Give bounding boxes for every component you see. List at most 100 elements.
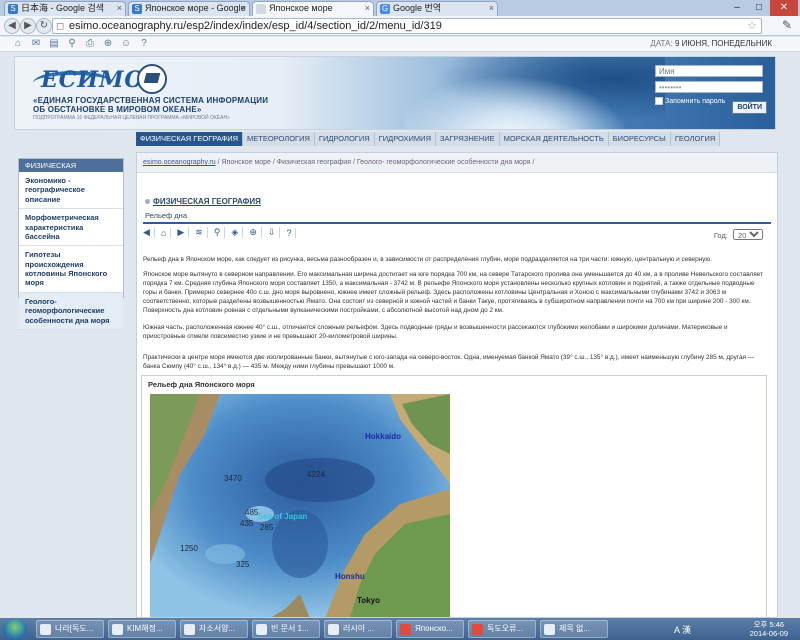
system-clock[interactable]: 오후 5:46 2014-06-09 bbox=[750, 620, 788, 638]
date-label: ДАТА: bbox=[650, 39, 673, 48]
sidebar-heading: ФИЗИЧЕСКАЯ ГЕОГРАФИЯ bbox=[19, 159, 123, 183]
menu-item-pollution[interactable]: ЗАГРЯЗНЕНИЕ bbox=[436, 132, 500, 146]
page-info-icon[interactable]: ◻ bbox=[56, 20, 64, 34]
download-icon[interactable]: ⇩ bbox=[268, 227, 281, 238]
mail-icon[interactable]: ✉ bbox=[30, 38, 42, 49]
prev-icon[interactable]: ◀ bbox=[143, 227, 155, 238]
depth-label-435: 435 bbox=[240, 519, 254, 528]
taskbar-item-7[interactable]: 독도오류... bbox=[468, 620, 536, 638]
menu-item-physical-geography[interactable]: ФИЗИЧЕСКАЯ ГЕОГРАФИЯ bbox=[136, 132, 244, 146]
section-divider bbox=[143, 222, 771, 224]
next-icon[interactable]: ▶ bbox=[177, 227, 190, 238]
menu-item-bioresources[interactable]: БИОРЕСУРСЫ bbox=[609, 132, 671, 146]
sidebar: ФИЗИЧЕСКАЯ ГЕОГРАФИЯ Экономико - географ… bbox=[18, 158, 124, 330]
menu-item-hydrology[interactable]: ГИДРОЛОГИЯ bbox=[315, 132, 375, 146]
close-tab-icon[interactable]: × bbox=[241, 2, 246, 15]
help-icon[interactable]: ? bbox=[286, 227, 297, 238]
back-icon[interactable]: ◀ bbox=[4, 18, 20, 34]
sidebar-item-hypotheses[interactable]: Гипотезы происхождения котловины Японско… bbox=[19, 246, 123, 293]
date-display: ДАТА: 9 ИЮНЯ, ПОНЕДЕЛЬНИК bbox=[650, 39, 772, 48]
browser-tab-4[interactable]: G Google 번역 × bbox=[376, 1, 498, 16]
depth-label-4224: 4224 bbox=[307, 470, 325, 479]
translate-favicon-icon: G bbox=[380, 4, 390, 14]
browser-tab-1[interactable]: S 日本海 - Google 검색 × bbox=[4, 1, 126, 16]
search-favicon-icon: S bbox=[132, 4, 142, 14]
close-tab-icon[interactable]: × bbox=[365, 2, 370, 15]
map-graphic bbox=[150, 394, 450, 617]
close-tab-icon[interactable]: × bbox=[489, 2, 494, 15]
place-label-sea-of-japan: Sea of Japan bbox=[258, 512, 308, 521]
taskbar-item-1[interactable]: 나라[독도... bbox=[36, 620, 104, 638]
date-value: 9 ИЮНЯ, ПОНЕДЕЛЬНИК bbox=[674, 39, 772, 48]
address-bar-row: ◀ ▶ ↻ ◻ esimo.oceanography.ru/esp2/index… bbox=[0, 16, 800, 36]
help-icon[interactable]: ? bbox=[138, 38, 150, 49]
login-button[interactable]: ВОЙТИ bbox=[732, 101, 767, 114]
taskbar-item-5[interactable]: 러시아 ... bbox=[324, 620, 392, 638]
document-icon bbox=[184, 624, 195, 635]
user-icon[interactable]: ☺ bbox=[120, 38, 132, 49]
ie-icon bbox=[40, 624, 51, 635]
menu-item-marine-activity[interactable]: МОРСКАЯ ДЕЯТЕЛЬНОСТЬ bbox=[500, 132, 609, 146]
sidebar-item-geology-features[interactable]: Геолого-геоморфологические особенности д… bbox=[19, 292, 123, 330]
sidebar-item-morphometric[interactable]: Морфометрическая характеристика бассейна bbox=[19, 209, 123, 247]
taskbar-item-6[interactable]: Японско... bbox=[396, 620, 464, 638]
year-selector: Год: 2004 bbox=[714, 229, 763, 240]
taskbar-item-4[interactable]: 빈 문서 1... bbox=[252, 620, 320, 638]
globe-icon[interactable]: ⊕ bbox=[249, 227, 262, 238]
chrome-icon bbox=[472, 624, 483, 635]
browser-tab-3[interactable]: Японское море × bbox=[252, 1, 374, 16]
taskbar-item-8[interactable]: 제목 없... bbox=[540, 620, 608, 638]
menu-item-hydrochemistry[interactable]: ГИДРОХИМИЯ bbox=[375, 132, 436, 146]
browser-tab-2[interactable]: S Японское море - Google × bbox=[128, 1, 250, 16]
document-icon bbox=[256, 624, 267, 635]
bookmark-star-icon[interactable]: ☆ bbox=[747, 19, 757, 33]
sitemap-icon[interactable]: ▤ bbox=[48, 38, 60, 49]
minimize-icon[interactable]: – bbox=[726, 0, 748, 16]
search-icon[interactable]: ⚲ bbox=[66, 38, 78, 49]
map-icon[interactable]: ≋ bbox=[195, 227, 208, 238]
password-field[interactable] bbox=[655, 81, 763, 93]
forward-icon[interactable]: ▶ bbox=[20, 18, 36, 34]
home-icon[interactable]: ⌂ bbox=[12, 38, 24, 49]
wave-banner-image bbox=[405, 57, 665, 129]
url-input[interactable]: ◻ esimo.oceanography.ru/esp2/index/index… bbox=[52, 18, 762, 34]
breadcrumb-home-link[interactable]: esimo.oceanography.ru bbox=[143, 159, 216, 166]
start-button[interactable] bbox=[3, 619, 27, 639]
wrench-menu-icon[interactable]: ✎ bbox=[782, 18, 792, 32]
print-icon[interactable]: ◈ bbox=[231, 227, 244, 238]
ship-emblem-icon bbox=[137, 64, 167, 94]
clock-time: 오후 5:46 bbox=[753, 620, 785, 629]
place-label-tokyo: Tokyo bbox=[357, 596, 380, 605]
taskbar-item-3[interactable]: 자소서양... bbox=[180, 620, 248, 638]
ime-indicator[interactable]: A 漢 bbox=[674, 623, 691, 636]
chrome-icon bbox=[400, 624, 411, 635]
taskbar-label: 빈 문서 1... bbox=[271, 624, 309, 633]
print-icon[interactable]: ⎙ bbox=[84, 38, 96, 49]
search-icon[interactable]: ⚲ bbox=[214, 227, 226, 238]
sidebar-item-economic-description[interactable]: Экономико - географическое описание bbox=[19, 172, 123, 210]
main-menu: ФИЗИЧЕСКАЯ ГЕОГРАФИЯ МЕТЕОРОЛОГИЯ ГИДРОЛ… bbox=[136, 132, 721, 146]
site-logo[interactable]: ЕСИМО bbox=[41, 67, 145, 93]
paragraph-1: Рельеф дна в Японском море, как следует … bbox=[143, 256, 712, 263]
home-icon[interactable]: ⌂ bbox=[161, 227, 172, 238]
system-tray: A 漢 오후 5:46 2014-06-09 bbox=[660, 618, 800, 640]
maximize-icon[interactable]: □ bbox=[748, 0, 770, 16]
remember-checkbox[interactable] bbox=[655, 97, 663, 105]
taskbar-label: 제목 없... bbox=[559, 624, 590, 633]
paragraph-3: Южная часть, расположенная южнее 40° с.ш… bbox=[143, 324, 728, 340]
menu-item-geology[interactable]: ГЕОЛОГИЯ bbox=[671, 132, 721, 146]
menu-item-meteorology[interactable]: МЕТЕОРОЛОГИЯ bbox=[243, 132, 315, 146]
taskbar-item-2[interactable]: KIM해정... bbox=[108, 620, 176, 638]
reload-icon[interactable]: ↻ bbox=[36, 18, 52, 34]
subprogram-text: ПОДПРОГРАММА 16 ФЕДЕРАЛЬНАЯ ЦЕЛЕВАЯ ПРОГ… bbox=[33, 115, 230, 121]
close-tab-icon[interactable]: × bbox=[117, 2, 122, 15]
bullet-icon bbox=[145, 199, 150, 204]
section-title[interactable]: ФИЗИЧЕСКАЯ ГЕОГРАФИЯ bbox=[145, 197, 261, 206]
windows-taskbar: 나라[독도... KIM해정... 자소서양... 빈 문서 1... 러시아 … bbox=[0, 618, 800, 640]
year-label: Год: bbox=[713, 231, 728, 240]
window-close-icon[interactable]: ✕ bbox=[770, 0, 798, 16]
username-field[interactable] bbox=[655, 65, 763, 77]
globe-icon[interactable]: ⊕ bbox=[102, 38, 114, 49]
bathymetry-map-image: 3470 4224 485 435 285 1250 325 Hokkaido … bbox=[150, 394, 450, 617]
year-select[interactable]: 2004 bbox=[733, 229, 763, 240]
